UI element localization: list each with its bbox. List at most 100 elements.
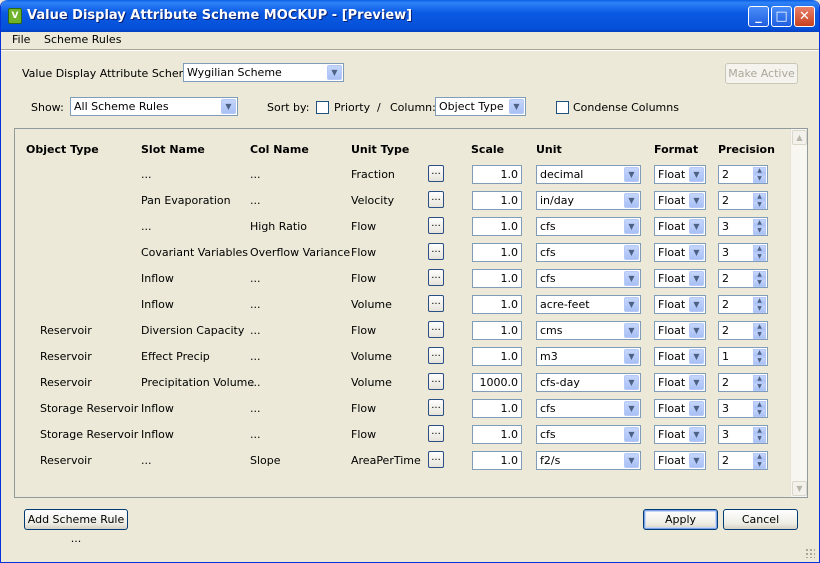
unit-type-browse-button[interactable]: ... — [428, 269, 444, 286]
scale-input[interactable]: 1.0 — [472, 347, 522, 366]
unit-type-browse-button[interactable]: ... — [428, 425, 444, 442]
spin-up-icon[interactable]: ▲ — [753, 453, 766, 461]
precision-spinner[interactable]: 2 ▲ ▼ — [718, 191, 768, 210]
spin-down-icon[interactable]: ▼ — [753, 253, 766, 261]
spin-down-icon[interactable]: ▼ — [753, 461, 766, 469]
scroll-up-icon[interactable]: ▲ — [792, 130, 807, 145]
scale-input[interactable]: 1.0 — [472, 165, 522, 184]
format-select[interactable]: Float ▼ — [654, 269, 706, 288]
unit-select[interactable]: f2/s ▼ — [536, 451, 641, 470]
menu-scheme-rules[interactable]: Scheme Rules — [44, 33, 121, 46]
scale-input[interactable]: 1.0 — [472, 191, 522, 210]
precision-spinner[interactable]: 2 ▲ ▼ — [718, 269, 768, 288]
spin-down-icon[interactable]: ▼ — [753, 227, 766, 235]
unit-type-browse-button[interactable]: ... — [428, 165, 444, 182]
maximize-button[interactable]: □ — [771, 6, 792, 27]
scale-input[interactable]: 1000.0 — [472, 373, 522, 392]
column-select[interactable]: Object Type ▼ — [435, 97, 526, 116]
scale-input[interactable]: 1.0 — [472, 295, 522, 314]
menu-file[interactable]: File — [12, 33, 30, 46]
resize-grip-icon[interactable] — [805, 548, 815, 558]
priority-checkbox[interactable] — [316, 101, 329, 114]
unit-type-browse-button[interactable]: ... — [428, 243, 444, 260]
unit-select[interactable]: m3 ▼ — [536, 347, 641, 366]
unit-select[interactable]: decimal ▼ — [536, 165, 641, 184]
spin-up-icon[interactable]: ▲ — [753, 219, 766, 227]
format-select[interactable]: Float ▼ — [654, 295, 706, 314]
spin-up-icon[interactable]: ▲ — [753, 349, 766, 357]
precision-spinner[interactable]: 1 ▲ ▼ — [718, 347, 768, 366]
scale-input[interactable]: 1.0 — [472, 217, 522, 236]
unit-type-browse-button[interactable]: ... — [428, 373, 444, 390]
unit-select[interactable]: in/day ▼ — [536, 191, 641, 210]
precision-spinner[interactable]: 3 ▲ ▼ — [718, 243, 768, 262]
format-select[interactable]: Float ▼ — [654, 243, 706, 262]
format-select[interactable]: Float ▼ — [654, 191, 706, 210]
spin-down-icon[interactable]: ▼ — [753, 357, 766, 365]
format-select[interactable]: Float ▼ — [654, 425, 706, 444]
spin-down-icon[interactable]: ▼ — [753, 201, 766, 209]
unit-type-browse-button[interactable]: ... — [428, 295, 444, 312]
precision-spinner[interactable]: 2 ▲ ▼ — [718, 451, 768, 470]
spin-up-icon[interactable]: ▲ — [753, 245, 766, 253]
minimize-button[interactable]: _ — [748, 6, 769, 27]
unit-type-browse-button[interactable]: ... — [428, 191, 444, 208]
unit-type-browse-button[interactable]: ... — [428, 321, 444, 338]
spin-down-icon[interactable]: ▼ — [753, 331, 766, 339]
spin-up-icon[interactable]: ▲ — [753, 323, 766, 331]
spin-down-icon[interactable]: ▼ — [753, 175, 766, 183]
precision-spinner[interactable]: 2 ▲ ▼ — [718, 165, 768, 184]
spin-down-icon[interactable]: ▼ — [753, 435, 766, 443]
precision-spinner[interactable]: 3 ▲ ▼ — [718, 425, 768, 444]
unit-select[interactable]: cms ▼ — [536, 321, 641, 340]
unit-type-browse-button[interactable]: ... — [428, 217, 444, 234]
close-button[interactable]: ✕ — [794, 6, 815, 27]
unit-type-browse-button[interactable]: ... — [428, 399, 444, 416]
unit-select[interactable]: cfs ▼ — [536, 217, 641, 236]
unit-select[interactable]: acre-feet ▼ — [536, 295, 641, 314]
format-select[interactable]: Float ▼ — [654, 217, 706, 236]
unit-select[interactable]: cfs-day ▼ — [536, 373, 641, 392]
unit-type-browse-button[interactable]: ... — [428, 347, 444, 364]
spin-up-icon[interactable]: ▲ — [753, 375, 766, 383]
precision-spinner[interactable]: 2 ▲ ▼ — [718, 373, 768, 392]
show-select[interactable]: All Scheme Rules ▼ — [70, 97, 238, 116]
spin-down-icon[interactable]: ▼ — [753, 305, 766, 313]
format-select[interactable]: Float ▼ — [654, 399, 706, 418]
add-scheme-rule-button[interactable]: Add Scheme Rule ... — [24, 509, 128, 545]
format-select[interactable]: Float ▼ — [654, 321, 706, 340]
spin-up-icon[interactable]: ▲ — [753, 401, 766, 409]
scale-input[interactable]: 1.0 — [472, 269, 522, 288]
precision-spinner[interactable]: 2 ▲ ▼ — [718, 321, 768, 340]
scale-input[interactable]: 1.0 — [472, 321, 522, 340]
title-bar[interactable]: V Value Display Attribute Scheme MOCKUP … — [1, 0, 819, 32]
format-select[interactable]: Float ▼ — [654, 451, 706, 470]
spin-up-icon[interactable]: ▲ — [753, 297, 766, 305]
precision-spinner[interactable]: 3 ▲ ▼ — [718, 399, 768, 418]
format-select[interactable]: Float ▼ — [654, 165, 706, 184]
precision-spinner[interactable]: 2 ▲ ▼ — [718, 295, 768, 314]
spin-down-icon[interactable]: ▼ — [753, 279, 766, 287]
spin-up-icon[interactable]: ▲ — [753, 271, 766, 279]
scroll-down-icon[interactable]: ▼ — [792, 481, 807, 496]
scale-input[interactable]: 1.0 — [472, 243, 522, 262]
spin-down-icon[interactable]: ▼ — [753, 409, 766, 417]
unit-select[interactable]: cfs ▼ — [536, 269, 641, 288]
scale-input[interactable]: 1.0 — [472, 425, 522, 444]
scheme-select[interactable]: Wygilian Scheme ▼ — [183, 63, 344, 82]
cancel-button[interactable]: Cancel — [723, 509, 798, 530]
format-select[interactable]: Float ▼ — [654, 347, 706, 366]
spin-up-icon[interactable]: ▲ — [753, 427, 766, 435]
condense-columns-checkbox[interactable] — [556, 101, 569, 114]
precision-spinner[interactable]: 3 ▲ ▼ — [718, 217, 768, 236]
spin-down-icon[interactable]: ▼ — [753, 383, 766, 391]
scale-input[interactable]: 1.0 — [472, 451, 522, 470]
spin-up-icon[interactable]: ▲ — [753, 193, 766, 201]
unit-select[interactable]: cfs ▼ — [536, 399, 641, 418]
spin-up-icon[interactable]: ▲ — [753, 167, 766, 175]
format-select[interactable]: Float ▼ — [654, 373, 706, 392]
unit-type-browse-button[interactable]: ... — [428, 451, 444, 468]
unit-select[interactable]: cfs ▼ — [536, 425, 641, 444]
vertical-scrollbar[interactable]: ▲ ▼ — [790, 129, 807, 497]
scale-input[interactable]: 1.0 — [472, 399, 522, 418]
